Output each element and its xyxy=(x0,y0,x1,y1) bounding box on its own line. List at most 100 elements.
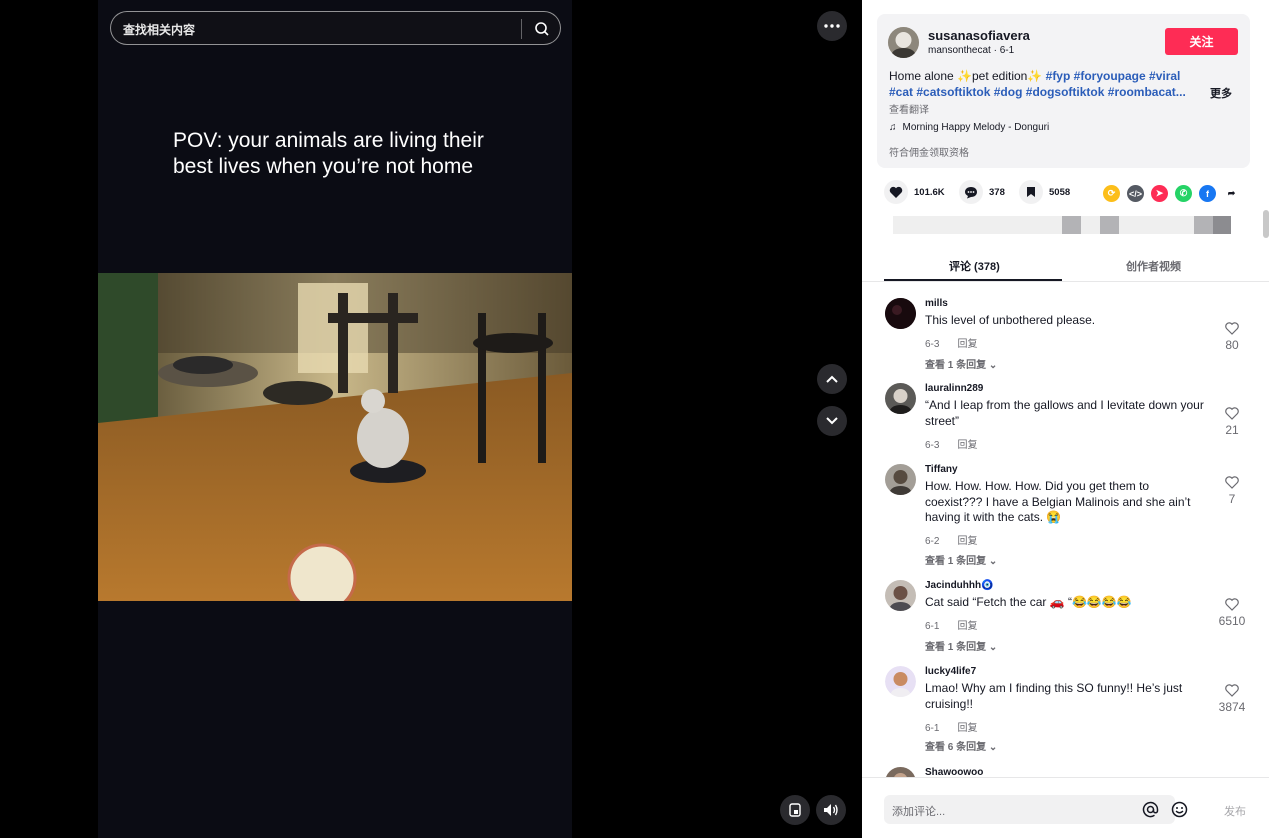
heart-outline-icon[interactable] xyxy=(1212,684,1252,700)
music-title[interactable]: Morning Happy Melody - Donguri xyxy=(903,122,1050,133)
chevron-down-icon: ⌄ xyxy=(988,742,998,753)
heart-outline-icon[interactable] xyxy=(1212,322,1252,338)
video-player[interactable]: POV: your animals are living their best … xyxy=(98,0,572,838)
comment-username[interactable]: lucky4life7 xyxy=(925,666,976,677)
chevron-down-icon[interactable] xyxy=(817,406,847,436)
more-button[interactable]: 更多 xyxy=(1210,85,1232,101)
chevron-down-icon: ⌄ xyxy=(988,642,998,653)
view-replies-button[interactable]: 查看 1 条回复 ⌄ xyxy=(925,356,997,371)
emoji-icon[interactable] xyxy=(1171,801,1188,823)
comment-username[interactable]: Tiffany xyxy=(925,464,958,475)
reply-button[interactable]: 回复 xyxy=(957,723,977,734)
action-bar: 101.6K 378 5058 ⟳ </> ➤ ✆ f ➦ xyxy=(884,180,1244,206)
share-arrow-icon[interactable]: ➦ xyxy=(1223,185,1240,202)
comment-like-count: 3874 xyxy=(1218,700,1246,714)
hashtag-link[interactable]: #cat xyxy=(889,85,913,99)
view-replies-button[interactable]: 查看 1 条回复 ⌄ xyxy=(925,638,997,653)
music-link[interactable]: ♫ Morning Happy Melody - Donguri xyxy=(889,122,1049,133)
search-bar[interactable]: 查找相关内容 xyxy=(110,11,561,45)
view-replies-button[interactable]: 查看 6 条回复 ⌄ xyxy=(925,738,997,753)
volume-icon[interactable] xyxy=(816,795,846,825)
comment-icon[interactable] xyxy=(959,180,983,204)
comment-username[interactable]: mills xyxy=(925,298,948,309)
hashtag-link[interactable]: #viral xyxy=(1149,69,1180,83)
video-frame[interactable] xyxy=(98,273,572,601)
video-caption-overlay: POV: your animals are living their best … xyxy=(173,128,533,180)
copy-link-bar[interactable] xyxy=(893,216,1231,234)
view-replies-label[interactable]: 查看 1 条回复 xyxy=(925,556,986,567)
video-stage: POV: your animals are living their best … xyxy=(0,0,862,838)
follow-button[interactable]: 关注 xyxy=(1165,28,1238,55)
reply-button[interactable]: 回复 xyxy=(957,339,977,350)
tab-creator-videos[interactable]: 创作者视频 xyxy=(1126,258,1181,274)
hashtag-link[interactable]: #roombacat... xyxy=(1108,85,1186,99)
floating-player-icon[interactable] xyxy=(780,795,810,825)
comment-avatar[interactable] xyxy=(885,464,916,495)
view-replies-label[interactable]: 查看 6 条回复 xyxy=(925,742,986,753)
hashtag-link[interactable]: #foryoupage xyxy=(1074,69,1146,83)
search-input[interactable]: 查找相关内容 xyxy=(123,21,195,38)
tab-comments[interactable]: 评论 (378) xyxy=(949,258,1000,274)
comment-like-count: 6510 xyxy=(1218,614,1246,628)
comment-avatar[interactable] xyxy=(885,298,916,329)
comment-text: How. How. How. How. Did you get them to … xyxy=(925,479,1191,524)
reply-button[interactable]: 回复 xyxy=(957,621,977,632)
author-avatar[interactable] xyxy=(888,27,919,58)
bookmark-icon[interactable] xyxy=(1019,180,1043,204)
reply-button[interactable]: 回复 xyxy=(957,536,977,547)
panel-scrollbar[interactable] xyxy=(1263,210,1269,238)
comment-username[interactable]: Jacinduhhh🧿 xyxy=(925,580,994,591)
comment-avatar[interactable] xyxy=(885,580,916,611)
comment-input[interactable]: 添加评论... xyxy=(884,795,1188,824)
hashtag-link[interactable]: #catsoftiktok xyxy=(916,85,990,99)
comment-like[interactable]: 80 xyxy=(1212,322,1252,352)
comment-date: 6-1 xyxy=(925,723,940,734)
comment-item: Tiffany How. How. How. How. Did you get … xyxy=(862,464,1269,569)
repost-icon[interactable]: ⟳ xyxy=(1103,185,1120,202)
reply-button[interactable]: 回复 xyxy=(957,440,977,451)
view-replies-button[interactable]: 查看 1 条回复 ⌄ xyxy=(925,552,997,567)
comment-input-placeholder[interactable]: 添加评论... xyxy=(892,803,945,819)
commission-label: 符合佣金领取资格 xyxy=(889,148,969,159)
view-replies-label[interactable]: 查看 1 条回复 xyxy=(925,642,986,653)
whatsapp-icon[interactable]: ✆ xyxy=(1175,185,1192,202)
hashtag-link[interactable]: #fyp xyxy=(1046,69,1071,83)
search-icon[interactable] xyxy=(529,16,555,42)
heart-icon[interactable] xyxy=(884,180,908,204)
comment-action[interactable]: 378 xyxy=(959,180,1005,204)
like-count: 101.6K xyxy=(914,186,945,198)
description-text: Home alone ✨pet edition✨ xyxy=(889,69,1046,83)
comment-username[interactable]: Shawoowoo xyxy=(925,767,983,777)
hashtag-link[interactable]: #dog xyxy=(994,85,1023,99)
hashtag-link[interactable]: #dogsoftiktok xyxy=(1026,85,1105,99)
comment-like[interactable]: 6510 xyxy=(1212,598,1252,628)
comment-text: Cat said “Fetch the car 🚗 “😂😂😂😂 xyxy=(925,595,1132,609)
view-replies-label[interactable]: 查看 1 条回复 xyxy=(925,360,986,371)
post-button[interactable]: 发布 xyxy=(1224,803,1246,819)
send-to-friends-icon[interactable]: ➤ xyxy=(1151,185,1168,202)
heart-outline-icon[interactable] xyxy=(1212,598,1252,614)
facebook-icon[interactable]: f xyxy=(1199,185,1216,202)
comment-tabs: 评论 (378) 创作者视频 xyxy=(884,252,1244,282)
author-username[interactable]: susanasofiavera xyxy=(928,28,1030,43)
comment-text: This level of unbothered please. xyxy=(925,313,1096,327)
music-note-icon: ♫ xyxy=(889,122,897,133)
comment-meta: 6-1 回复 xyxy=(925,617,977,632)
comment-like[interactable]: 21 xyxy=(1212,407,1252,437)
comment-avatar[interactable] xyxy=(885,767,916,777)
more-options-icon[interactable] xyxy=(817,11,847,41)
comment-like[interactable]: 3874 xyxy=(1212,684,1252,714)
heart-outline-icon[interactable] xyxy=(1212,476,1252,492)
mention-icon[interactable] xyxy=(1142,801,1159,823)
comment-avatar[interactable] xyxy=(885,666,916,697)
comment-like-count: 80 xyxy=(1225,338,1239,352)
comment-like[interactable]: 7 xyxy=(1212,476,1252,506)
embed-icon[interactable]: </> xyxy=(1127,185,1144,202)
comment-avatar[interactable] xyxy=(885,383,916,414)
chevron-up-icon[interactable] xyxy=(817,364,847,394)
translate-link[interactable]: 查看翻译 xyxy=(889,101,929,116)
heart-outline-icon[interactable] xyxy=(1212,407,1252,423)
like-action[interactable]: 101.6K xyxy=(884,180,945,204)
comment-username[interactable]: lauralinn289 xyxy=(925,383,983,394)
save-action[interactable]: 5058 xyxy=(1019,180,1070,204)
